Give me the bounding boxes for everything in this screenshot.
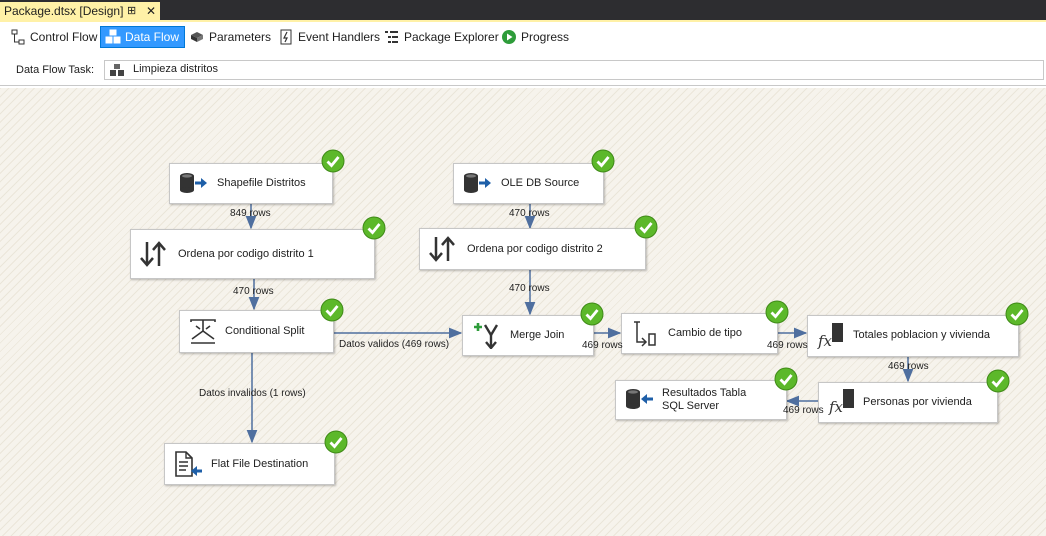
close-icon[interactable]: ✕ bbox=[146, 2, 156, 20]
control-flow-icon bbox=[11, 29, 25, 45]
row-count-label: 469 rows bbox=[767, 340, 808, 351]
success-check-icon bbox=[580, 302, 604, 326]
sort-icon bbox=[429, 236, 455, 262]
component-label: Shapefile Distritos bbox=[217, 177, 306, 189]
tab-parameters[interactable]: Parameters bbox=[185, 27, 276, 47]
component-label: Ordena por codigo distrito 1 bbox=[178, 248, 314, 260]
destination-icon bbox=[626, 389, 653, 409]
component-merge-join[interactable]: Merge Join bbox=[462, 315, 594, 356]
parameters-icon bbox=[191, 32, 203, 42]
svg-text:fx: fx bbox=[817, 332, 833, 350]
flat-file-destination-icon bbox=[175, 451, 202, 477]
row-count-label: 469 rows bbox=[888, 361, 929, 372]
progress-icon bbox=[502, 30, 516, 44]
component-label-line2: SQL Server bbox=[662, 400, 720, 412]
source-icon bbox=[180, 173, 207, 193]
task-selector-dropdown[interactable]: Limpieza distritos bbox=[104, 60, 1044, 80]
tab-data-flow[interactable]: Data Flow bbox=[99, 26, 186, 48]
row-count-label: 470 rows bbox=[233, 286, 274, 297]
tab-label: Package Explorer bbox=[404, 30, 499, 44]
component-label: Merge Join bbox=[510, 329, 565, 341]
component-label: Conditional Split bbox=[225, 325, 305, 337]
row-count-label: Datos validos (469 rows) bbox=[339, 339, 450, 350]
data-flow-task-icon bbox=[110, 64, 124, 76]
row-count-label: Datos invalidos (1 rows) bbox=[199, 388, 306, 399]
row-count-label: 849 rows bbox=[230, 208, 271, 219]
document-tab-title: Package.dtsx [Design] bbox=[4, 4, 124, 18]
success-check-icon bbox=[765, 300, 789, 324]
success-check-icon bbox=[1005, 302, 1029, 326]
component-personas-por-vivienda[interactable]: fx Personas por vivienda bbox=[818, 382, 998, 423]
svg-text:fx: fx bbox=[828, 398, 844, 416]
component-label: OLE DB Source bbox=[501, 177, 580, 189]
event-handlers-icon bbox=[280, 29, 292, 45]
sort-icon bbox=[140, 241, 166, 267]
row-count-label: 469 rows bbox=[783, 405, 824, 416]
tab-progress[interactable]: Progress bbox=[497, 27, 574, 47]
tab-label: Event Handlers bbox=[298, 30, 381, 44]
derived-column-icon: fx bbox=[828, 389, 854, 416]
component-label: Cambio de tipo bbox=[668, 327, 742, 339]
task-selector-label: Data Flow Task: bbox=[16, 64, 95, 76]
tab-package-explorer[interactable]: Package Explorer bbox=[380, 27, 504, 47]
tab-event-handlers[interactable]: Event Handlers bbox=[274, 27, 385, 47]
data-flow-icon bbox=[105, 29, 121, 44]
merge-join-icon bbox=[474, 323, 499, 349]
success-check-icon bbox=[324, 430, 348, 454]
task-selector-value: Limpieza distritos bbox=[133, 63, 218, 75]
row-count-label: 470 rows bbox=[509, 283, 550, 294]
component-shapefile-distritos[interactable]: Shapefile Distritos bbox=[169, 163, 333, 204]
path-arrows bbox=[245, 203, 914, 444]
component-resultados-tabla[interactable]: Resultados Tabla SQL Server bbox=[615, 380, 787, 420]
component-conditional-split[interactable]: Conditional Split bbox=[179, 310, 334, 353]
success-check-icon bbox=[321, 149, 345, 173]
tab-label: Control Flow bbox=[30, 30, 98, 44]
component-cambio-de-tipo[interactable]: Cambio de tipo bbox=[621, 313, 778, 354]
row-count-label: 470 rows bbox=[509, 208, 550, 219]
document-tab-strip: Package.dtsx [Design] ⊞ ✕ bbox=[0, 0, 1046, 20]
component-label: Flat File Destination bbox=[211, 458, 309, 470]
package-explorer-icon bbox=[385, 31, 398, 43]
task-selector-row: Data Flow Task: Limpieza distritos bbox=[0, 58, 1046, 84]
data-flow-canvas[interactable]: Shapefile Distritos OLE DB Source Ordena… bbox=[0, 88, 1046, 536]
success-check-icon bbox=[634, 215, 658, 239]
success-check-icon bbox=[591, 149, 615, 173]
derived-column-icon: fx bbox=[817, 323, 843, 350]
component-label: Ordena por codigo distrito 2 bbox=[467, 243, 603, 255]
component-label: Personas por vivienda bbox=[863, 396, 972, 408]
row-count-label: 469 rows bbox=[582, 340, 623, 351]
component-ordena-2[interactable]: Ordena por codigo distrito 2 bbox=[419, 228, 646, 270]
document-tab[interactable]: Package.dtsx [Design] ⊞ ✕ bbox=[0, 2, 160, 20]
toolbar-divider bbox=[0, 85, 1046, 86]
tab-label: Data Flow bbox=[125, 30, 180, 44]
source-icon bbox=[464, 173, 491, 193]
tab-label: Parameters bbox=[209, 30, 272, 44]
tab-control-flow[interactable]: Control Flow bbox=[6, 27, 102, 47]
success-check-icon bbox=[320, 298, 344, 322]
split-icon bbox=[190, 319, 216, 344]
component-ole-db-source[interactable]: OLE DB Source bbox=[453, 163, 604, 204]
success-check-icon bbox=[774, 367, 798, 391]
designer-toolbar: Control Flow Data Flow Parameters Event … bbox=[0, 22, 1046, 52]
component-flat-file-destination[interactable]: Flat File Destination bbox=[164, 443, 335, 485]
component-label-line1: Resultados Tabla bbox=[662, 387, 747, 399]
success-check-icon bbox=[362, 216, 386, 240]
component-ordena-1[interactable]: Ordena por codigo distrito 1 bbox=[130, 229, 375, 279]
pin-icon[interactable]: ⊞ bbox=[127, 2, 136, 20]
success-check-icon bbox=[986, 369, 1010, 393]
component-totales-poblacion[interactable]: fx Totales poblacion y vivienda bbox=[807, 315, 1019, 357]
data-conversion-icon bbox=[634, 321, 656, 347]
tab-label: Progress bbox=[521, 30, 570, 44]
component-label: Totales poblacion y vivienda bbox=[853, 329, 990, 341]
